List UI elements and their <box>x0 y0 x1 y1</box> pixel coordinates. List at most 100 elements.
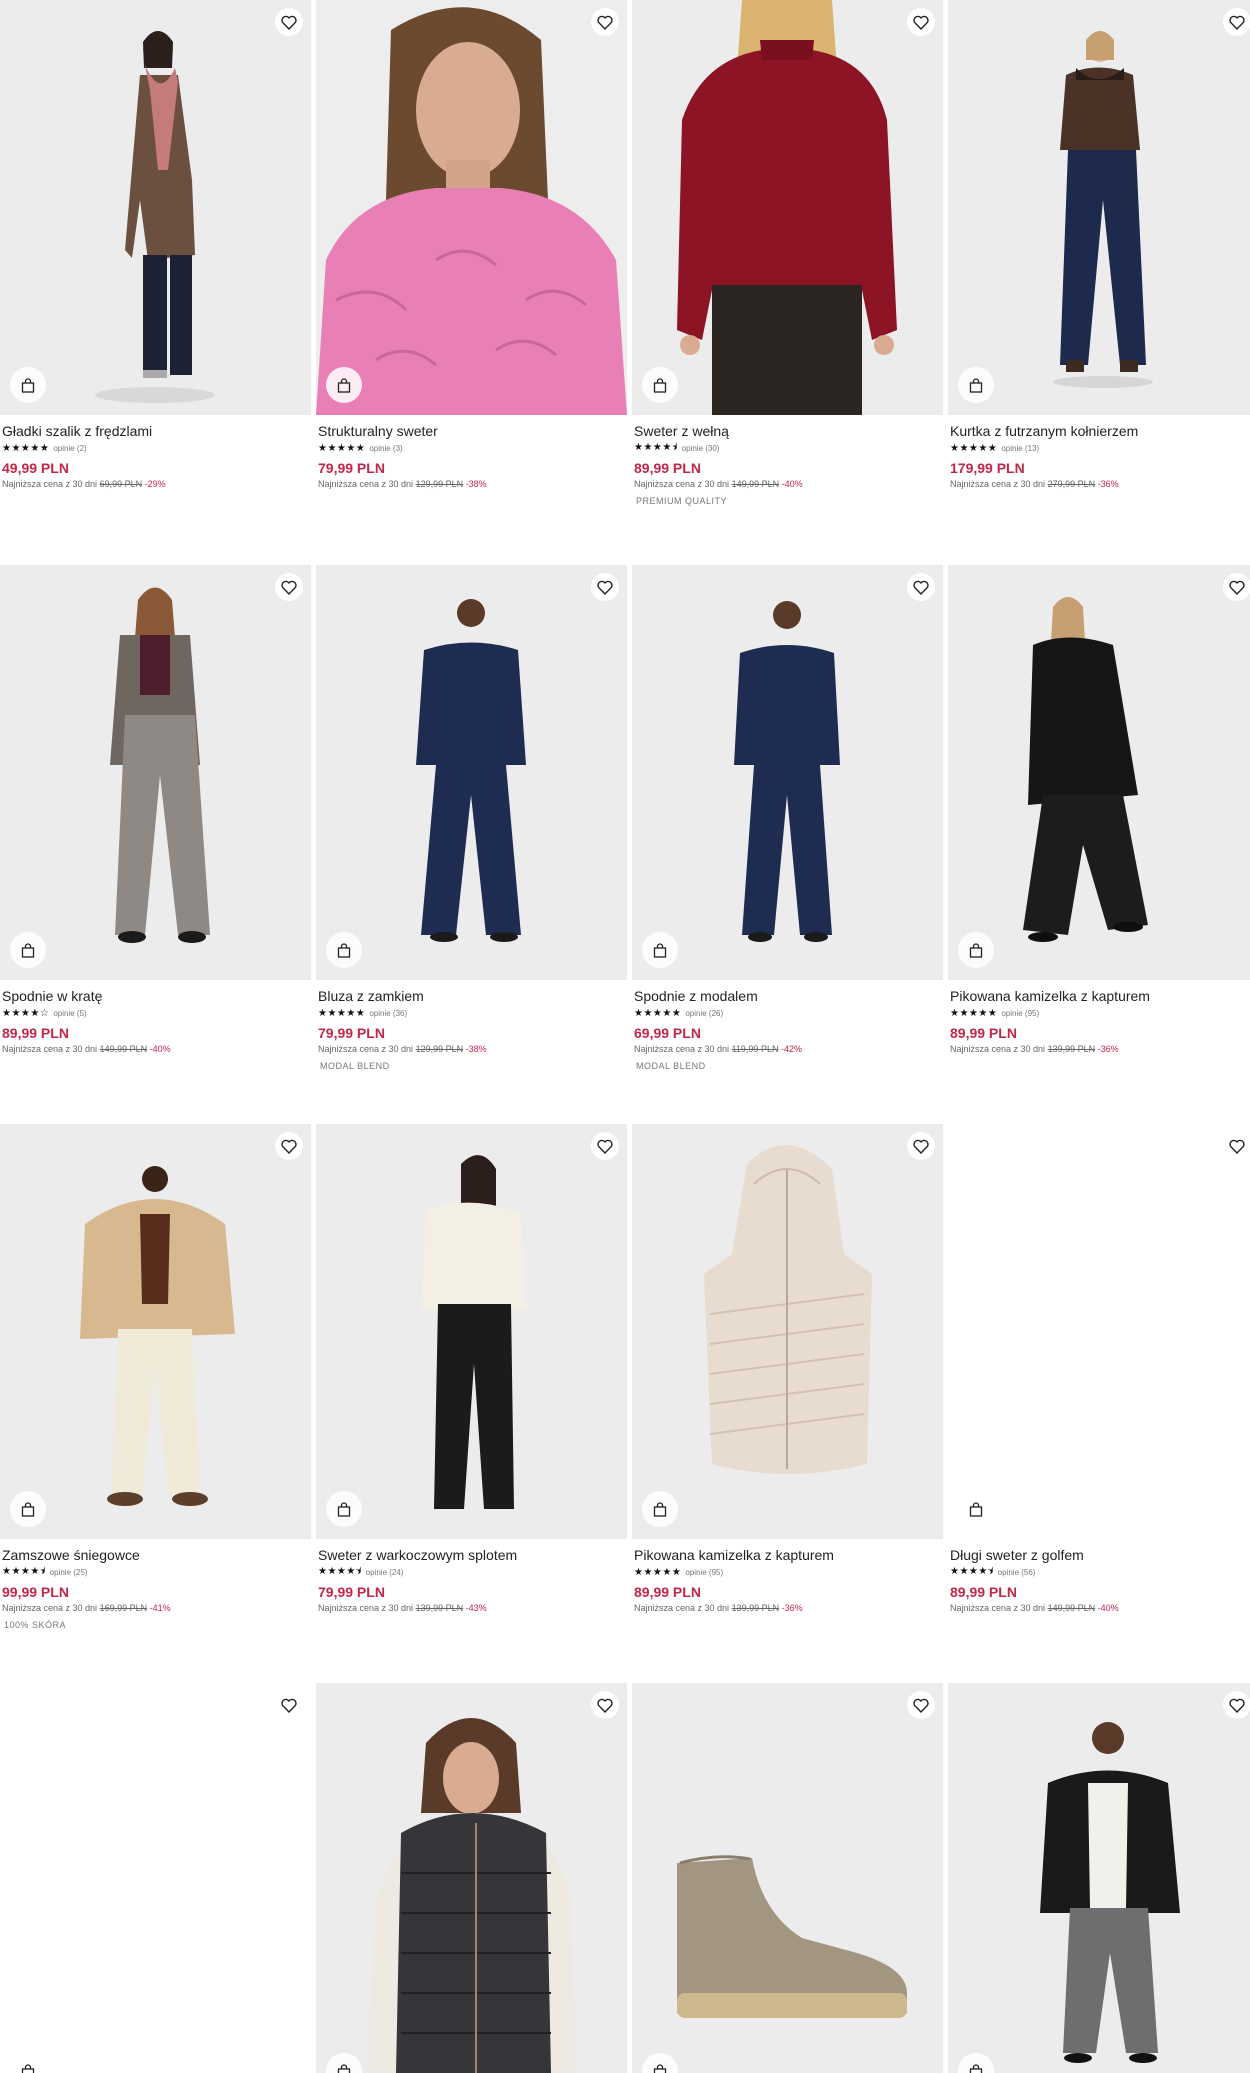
product-image[interactable] <box>948 1124 1250 1539</box>
add-to-cart-bag-icon[interactable] <box>958 1491 994 1527</box>
wishlist-heart-icon[interactable] <box>275 573 303 601</box>
product-card[interactable]: Pikowana kamizelka z kapturem ★★★★★ opini… <box>632 1124 943 1615</box>
product-card[interactable]: Spodnie z modalem ★★★★★ opinie (26) 69,99… <box>632 565 943 1071</box>
wishlist-heart-icon[interactable] <box>591 1132 619 1160</box>
product-image[interactable] <box>316 1683 627 2073</box>
product-card[interactable]: Strukturalny sweter ★★★★★ opinie (3) 79,9… <box>316 0 627 491</box>
product-title[interactable]: Spodnie z modalem <box>634 987 941 1005</box>
product-image[interactable] <box>632 1124 943 1539</box>
product-tag: PREMIUM QUALITY <box>636 496 728 506</box>
discount-badge: -42% <box>780 1044 802 1054</box>
add-to-cart-bag-icon[interactable] <box>642 1491 678 1527</box>
product-photo <box>632 1124 943 1539</box>
product-image[interactable] <box>0 565 311 980</box>
product-image[interactable] <box>316 1124 627 1539</box>
wishlist-heart-icon[interactable] <box>907 1691 935 1719</box>
product-photo <box>948 1683 1250 2073</box>
add-to-cart-bag-icon[interactable] <box>642 932 678 968</box>
product-image[interactable] <box>632 565 943 980</box>
product-card[interactable] <box>316 1683 627 2073</box>
product-card[interactable]: Spodnie w kratę ★★★★☆ opinie (5) 89,99 PL… <box>0 565 311 1056</box>
old-price: 149,99 PLN <box>99 1044 148 1054</box>
product-photo <box>0 1124 311 1539</box>
product-image[interactable] <box>632 0 943 415</box>
product-title[interactable]: Spodnie w kratę <box>2 987 309 1005</box>
product-card[interactable]: Bluza z zamkiem ★★★★★ opinie (36) 79,99 P… <box>316 565 627 1071</box>
lowest-price-label: Najniższa cena z 30 dni <box>950 1603 1046 1613</box>
product-image[interactable] <box>948 0 1250 415</box>
wishlist-heart-icon[interactable] <box>907 8 935 36</box>
lowest-price-info: Najniższa cena z 30 dni 149,99 PLN -40% <box>634 477 941 491</box>
product-title[interactable]: Pikowana kamizelka z kapturem <box>950 987 1250 1005</box>
product-title[interactable]: Kurtka z futrzanym kołnierzem <box>950 422 1250 440</box>
product-price: 89,99 PLN <box>634 1584 701 1600</box>
wishlist-heart-icon[interactable] <box>275 1132 303 1160</box>
product-card[interactable]: Gładki szalik z frędzlami ★★★★★ opinie (2… <box>0 0 311 491</box>
wishlist-heart-icon[interactable] <box>591 1691 619 1719</box>
product-card[interactable] <box>948 1683 1250 2073</box>
lowest-price-info: Najniższa cena z 30 dni 149,99 PLN -40% <box>2 1042 309 1056</box>
reviews-count: opinie (13) <box>1001 443 1040 453</box>
product-image[interactable] <box>632 1683 943 2073</box>
star-icon-rating: ★★★★⯨ <box>2 1565 46 1577</box>
product-title[interactable]: Sweter z wełną <box>634 422 941 440</box>
product-title[interactable]: Zamszowe śniegowce <box>2 1546 309 1564</box>
product-image[interactable] <box>0 0 311 415</box>
product-card[interactable]: Sweter z wełną ★★★★⯨ opinie (30) 89,99 PL… <box>632 0 943 506</box>
add-to-cart-bag-icon[interactable] <box>642 367 678 403</box>
wishlist-heart-icon[interactable] <box>591 573 619 601</box>
add-to-cart-bag-icon[interactable] <box>958 932 994 968</box>
old-price: 169,99 PLN <box>99 1603 148 1613</box>
wishlist-heart-icon[interactable] <box>1223 8 1250 36</box>
product-image[interactable] <box>948 1683 1250 2073</box>
old-price: 279,99 PLN <box>1047 479 1096 489</box>
product-photo <box>316 565 627 980</box>
product-photo <box>632 1683 943 2073</box>
rating-row: ★★★★⯨ opinie (30) <box>634 441 941 455</box>
add-to-cart-bag-icon[interactable] <box>958 367 994 403</box>
product-image[interactable] <box>948 565 1250 980</box>
product-image[interactable] <box>316 565 627 980</box>
product-title[interactable]: Długi sweter z golfem <box>950 1546 1250 1564</box>
add-to-cart-bag-icon[interactable] <box>10 1491 46 1527</box>
product-image[interactable] <box>0 1124 311 1539</box>
wishlist-heart-icon[interactable] <box>1223 1132 1250 1160</box>
product-photo <box>0 0 311 415</box>
wishlist-heart-icon[interactable] <box>1223 1691 1250 1719</box>
add-to-cart-bag-icon[interactable] <box>10 932 46 968</box>
wishlist-heart-icon[interactable] <box>591 8 619 36</box>
add-to-cart-bag-icon[interactable] <box>10 367 46 403</box>
add-to-cart-bag-icon[interactable] <box>326 367 362 403</box>
product-price: 89,99 PLN <box>634 460 701 476</box>
product-card[interactable] <box>0 1683 311 2073</box>
product-card[interactable]: Pikowana kamizelka z kapturem ★★★★★ opini… <box>948 565 1250 1056</box>
product-card[interactable]: Zamszowe śniegowce ★★★★⯨ opinie (25) 99,9… <box>0 1124 311 1630</box>
star-icon-rating: ★★★★★ <box>318 1007 366 1019</box>
rating-row: ★★★★☆ opinie (5) <box>2 1006 309 1020</box>
product-title[interactable]: Strukturalny sweter <box>318 422 625 440</box>
product-card[interactable]: Długi sweter z golfem ★★★★⯨ opinie (56) 8… <box>948 1124 1250 1615</box>
discount-badge: -36% <box>1097 1044 1119 1054</box>
lowest-price-label: Najniższa cena z 30 dni <box>634 479 730 489</box>
product-title[interactable]: Sweter z warkoczowym splotem <box>318 1546 625 1564</box>
wishlist-heart-icon[interactable] <box>907 1132 935 1160</box>
product-title[interactable]: Bluza z zamkiem <box>318 987 625 1005</box>
wishlist-heart-icon[interactable] <box>907 573 935 601</box>
product-image[interactable] <box>316 0 627 415</box>
add-to-cart-bag-icon[interactable] <box>10 2053 46 2073</box>
product-card[interactable] <box>632 1683 943 2073</box>
product-price: 69,99 PLN <box>634 1025 701 1041</box>
reviews-count: opinie (36) <box>369 1008 408 1018</box>
product-card[interactable]: Sweter z warkoczowym splotem ★★★★⯨ opinie… <box>316 1124 627 1615</box>
product-tag: MODAL BLEND <box>636 1061 706 1071</box>
wishlist-heart-icon[interactable] <box>275 1691 303 1719</box>
product-image[interactable] <box>0 1683 311 2073</box>
product-card[interactable]: Kurtka z futrzanym kołnierzem ★★★★★ opini… <box>948 0 1250 491</box>
wishlist-heart-icon[interactable] <box>1223 573 1250 601</box>
wishlist-heart-icon[interactable] <box>275 8 303 36</box>
product-title[interactable]: Pikowana kamizelka z kapturem <box>634 1546 941 1564</box>
discount-badge: -41% <box>149 1603 171 1613</box>
add-to-cart-bag-icon[interactable] <box>326 1491 362 1527</box>
add-to-cart-bag-icon[interactable] <box>326 932 362 968</box>
product-title[interactable]: Gładki szalik z frędzlami <box>2 422 309 440</box>
